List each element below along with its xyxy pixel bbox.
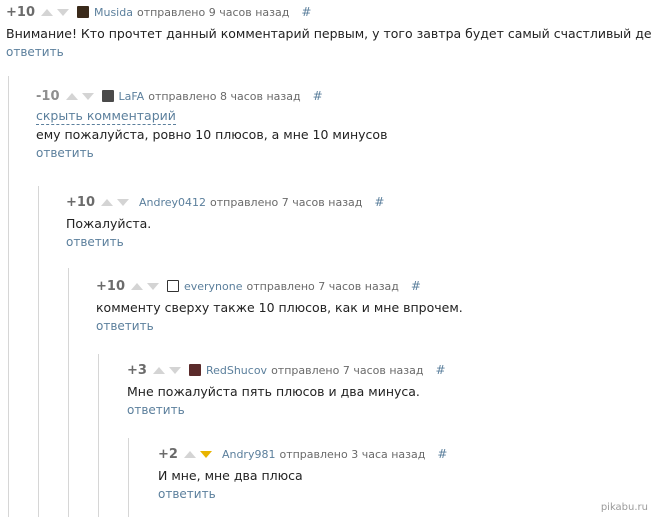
- comment-header: -10 LaFA отправлено 8 часов назад #: [36, 87, 387, 105]
- reply-link[interactable]: ответить: [6, 44, 652, 60]
- comment: -10 LaFA отправлено 8 часов назад # скры…: [36, 87, 387, 161]
- comment-rating: -10: [36, 88, 60, 104]
- downvote-icon[interactable]: [56, 8, 69, 16]
- upvote-icon[interactable]: [130, 282, 143, 290]
- reply-link[interactable]: ответить: [127, 402, 446, 418]
- thread-line: [8, 76, 9, 517]
- watermark: pikabu.ru: [600, 502, 648, 513]
- comment-timestamp: отправлено 7 часов назад: [271, 363, 424, 377]
- comment-rating: +2: [158, 446, 178, 462]
- username-link[interactable]: Andrey0412: [139, 196, 206, 209]
- username-link[interactable]: LaFA: [119, 90, 145, 103]
- comment-timestamp: отправлено 3 часа назад: [279, 447, 426, 461]
- permalink-link[interactable]: #: [374, 195, 384, 209]
- username-link[interactable]: Andry981: [222, 448, 276, 461]
- comment-header: +3 RedShucov отправлено 7 часов назад #: [127, 361, 446, 379]
- comment-text: И мне, мне два плюса: [158, 468, 303, 483]
- downvote-icon[interactable]: [81, 92, 94, 100]
- avatar[interactable]: [188, 364, 201, 376]
- permalink-link[interactable]: #: [435, 363, 445, 377]
- comment-text: ему пожалуйста, ровно 10 плюсов, а мне 1…: [36, 127, 388, 142]
- comment-timestamp: отправлено 7 часов назад: [246, 279, 399, 293]
- hide-comment-link[interactable]: скрыть комментарий: [36, 108, 176, 125]
- comment: +2 Andry981 отправлено 3 часа назад # И …: [158, 445, 447, 502]
- reply-link[interactable]: ответить: [96, 318, 463, 334]
- reply-link[interactable]: ответить: [36, 145, 387, 161]
- comment-timestamp: отправлено 8 часов назад: [148, 89, 301, 103]
- upvote-icon[interactable]: [152, 366, 165, 374]
- thread-line: [98, 354, 99, 517]
- upvote-icon[interactable]: [65, 92, 78, 100]
- thread-line: [68, 268, 69, 517]
- avatar[interactable]: [76, 6, 89, 18]
- downvote-icon[interactable]: [146, 282, 159, 290]
- comment-rating: +10: [96, 278, 125, 294]
- comment-header: +10 Andrey0412 отправлено 7 часов назад …: [66, 193, 384, 211]
- downvote-icon[interactable]: [116, 198, 129, 206]
- comment-rating: +10: [6, 4, 35, 20]
- avatar[interactable]: [101, 90, 114, 102]
- comment: +10 everynone отправлено 7 часов назад #…: [96, 277, 463, 334]
- comment: +3 RedShucov отправлено 7 часов назад # …: [127, 361, 446, 418]
- comment-header: +10 everynone отправлено 7 часов назад #: [96, 277, 463, 295]
- comment-rating: +10: [66, 194, 95, 210]
- permalink-link[interactable]: #: [301, 5, 311, 19]
- permalink-link[interactable]: #: [437, 447, 447, 461]
- reply-link[interactable]: ответить: [158, 486, 447, 502]
- comment-text: Мне пожалуйста пять плюсов и два минуса.: [127, 384, 420, 399]
- comment-header: +10 Musida отправлено 9 часов назад #: [6, 3, 652, 21]
- username-link[interactable]: RedShucov: [206, 364, 267, 377]
- comment-timestamp: отправлено 9 часов назад: [136, 5, 290, 19]
- upvote-icon[interactable]: [40, 8, 53, 16]
- avatar[interactable]: [166, 280, 179, 292]
- thread-line: [128, 438, 129, 517]
- upvote-icon[interactable]: [183, 450, 196, 458]
- username-link[interactable]: Musida: [94, 6, 133, 19]
- comment-header: +2 Andry981 отправлено 3 часа назад #: [158, 445, 447, 463]
- comment-rating: +3: [127, 362, 147, 378]
- comment-text: Пожалуйста.: [66, 216, 152, 231]
- permalink-link[interactable]: #: [313, 89, 323, 103]
- username-link[interactable]: everynone: [184, 280, 243, 293]
- thread-line: [38, 186, 39, 517]
- comment-text: комменту сверху также 10 плюсов, как и м…: [96, 300, 463, 315]
- comment: +10 Andrey0412 отправлено 7 часов назад …: [66, 193, 384, 250]
- upvote-icon[interactable]: [100, 198, 113, 206]
- reply-link[interactable]: ответить: [66, 234, 384, 250]
- permalink-link[interactable]: #: [411, 279, 421, 293]
- comment-timestamp: отправлено 7 часов назад: [210, 195, 363, 209]
- downvote-icon[interactable]: [199, 450, 212, 458]
- downvote-icon[interactable]: [168, 366, 181, 374]
- comment-text: Внимание! Кто прочтет данный комментарий…: [6, 26, 652, 41]
- comment: +10 Musida отправлено 9 часов назад # Вн…: [6, 3, 652, 60]
